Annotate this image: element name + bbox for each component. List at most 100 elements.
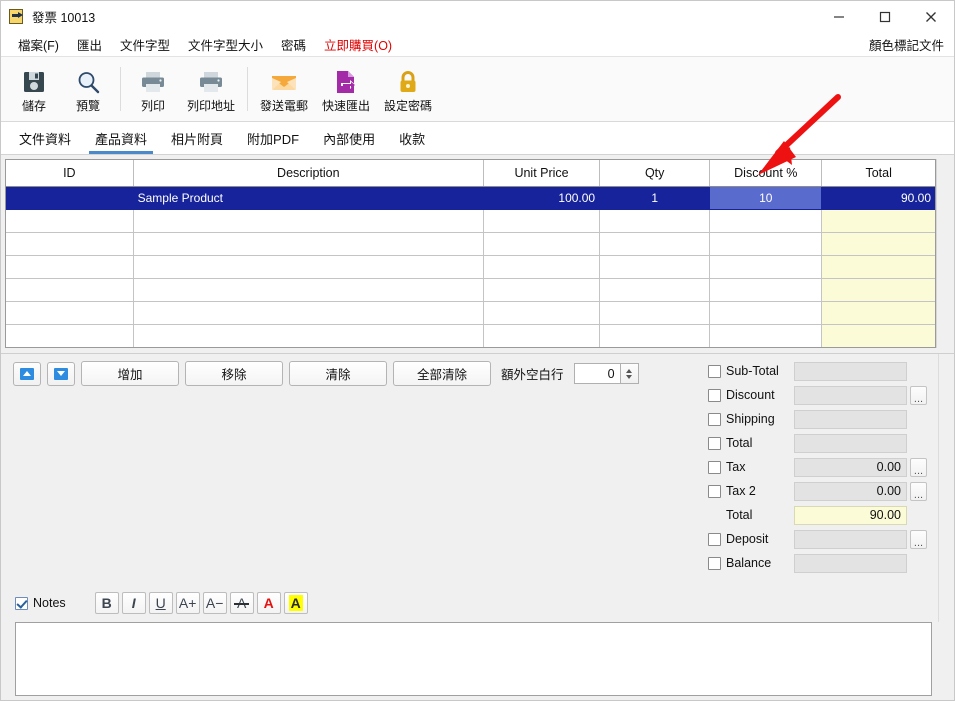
notes-editor[interactable] xyxy=(15,622,932,696)
clear-all-button[interactable]: 全部清除 xyxy=(393,361,491,386)
cell-total[interactable] xyxy=(822,348,935,349)
discount-options-button[interactable]: ... xyxy=(910,385,927,405)
extra-blank-rows-stepper[interactable]: 0 xyxy=(573,363,639,384)
cell-id[interactable] xyxy=(6,324,134,347)
font-increase-button[interactable]: A+ xyxy=(175,592,200,614)
add-row-button[interactable]: 增加 xyxy=(81,361,179,386)
balance-field[interactable] xyxy=(794,553,907,573)
grid-vertical-scrollbar[interactable] xyxy=(936,159,950,348)
tab-attach-pdf[interactable]: 附加PDF xyxy=(235,123,311,154)
deposit-field[interactable] xyxy=(794,529,907,549)
cell-total[interactable] xyxy=(821,209,935,233)
menu-document-font[interactable]: 文件字型 xyxy=(111,33,179,56)
cell-discount[interactable] xyxy=(709,301,823,325)
discount-field[interactable] xyxy=(794,385,907,405)
cell-qty[interactable] xyxy=(599,209,711,233)
tab-internal-use[interactable]: 內部使用 xyxy=(311,123,387,154)
toolbar-send-email-button[interactable]: 發送電郵 xyxy=(253,59,315,119)
cell-description[interactable] xyxy=(133,255,485,279)
shipping-field[interactable] xyxy=(794,409,907,429)
clear-button[interactable]: 清除 xyxy=(289,361,387,386)
cell-discount[interactable] xyxy=(709,232,823,256)
cell-qty[interactable] xyxy=(599,278,711,302)
column-header-total[interactable]: Total xyxy=(821,160,935,187)
cell-discount[interactable] xyxy=(709,209,823,233)
cell-unit-price[interactable] xyxy=(483,255,601,279)
menu-export[interactable]: 匯出 xyxy=(68,33,111,56)
tax-field[interactable]: 0.00 xyxy=(794,457,907,477)
toolbar-quick-export-button[interactable]: 快速匯出 xyxy=(315,59,377,119)
cell-unit-price[interactable] xyxy=(483,301,601,325)
maximize-icon[interactable] xyxy=(862,1,908,32)
cell-total[interactable] xyxy=(821,301,935,325)
bold-button[interactable]: B xyxy=(94,592,119,614)
balance-checkbox[interactable] xyxy=(708,556,721,570)
cell-id[interactable] xyxy=(6,186,134,210)
extra-blank-rows-value[interactable]: 0 xyxy=(573,363,620,384)
menu-buy-now[interactable]: 立即購買(O) xyxy=(315,33,401,56)
cell-description[interactable] xyxy=(133,209,485,233)
menu-file[interactable]: 檔案(F) xyxy=(9,33,68,56)
tab-document-data[interactable]: 文件資料 xyxy=(7,123,83,154)
table-row[interactable] xyxy=(6,348,935,349)
minimize-icon[interactable] xyxy=(816,1,862,32)
sub-total-field[interactable] xyxy=(794,361,907,381)
cell-unit-price[interactable] xyxy=(483,232,601,256)
tax-options-button[interactable]: ... xyxy=(910,457,927,477)
product-grid[interactable]: ID Description Unit Price Qty Discount %… xyxy=(5,159,936,348)
cell-unit-price[interactable]: 100.00 xyxy=(483,186,601,210)
grand-total-field[interactable]: 90.00 xyxy=(794,505,907,525)
underline-button[interactable]: U xyxy=(148,592,173,614)
remove-row-button[interactable]: 移除 xyxy=(185,361,283,386)
table-row[interactable] xyxy=(6,278,935,302)
table-row[interactable] xyxy=(6,232,935,256)
column-header-qty[interactable]: Qty xyxy=(599,160,711,187)
cell-discount[interactable]: 10 xyxy=(709,186,823,210)
menu-color-mark-document[interactable]: 顏色標記文件 xyxy=(869,35,944,54)
sub-total-checkbox[interactable] xyxy=(708,364,721,378)
cell-unit-price[interactable] xyxy=(483,209,601,233)
tax2-field[interactable]: 0.00 xyxy=(794,481,907,501)
toolbar-save-button[interactable]: 儲存 xyxy=(7,59,61,119)
cell-unit-price[interactable] xyxy=(483,278,601,302)
cell-description[interactable] xyxy=(133,232,485,256)
close-icon[interactable] xyxy=(908,1,954,32)
cell-id[interactable] xyxy=(6,278,134,302)
cell-discount[interactable] xyxy=(709,278,823,302)
tab-product-data[interactable]: 產品資料 xyxy=(83,123,159,154)
shipping-checkbox[interactable] xyxy=(708,412,721,426)
move-row-up-button[interactable] xyxy=(13,361,41,386)
table-row[interactable] xyxy=(6,324,935,347)
strikethrough-button[interactable]: A xyxy=(229,592,254,614)
notes-checkbox[interactable] xyxy=(15,596,28,610)
cell-description[interactable]: Sample Product xyxy=(133,186,485,210)
tab-photo-pages[interactable]: 相片附頁 xyxy=(159,123,235,154)
table-row[interactable] xyxy=(6,209,935,233)
move-row-down-button[interactable] xyxy=(47,361,75,386)
stepper-buttons[interactable] xyxy=(619,363,639,384)
cell-qty[interactable] xyxy=(600,348,710,349)
cell-total[interactable] xyxy=(821,232,935,256)
deposit-options-button[interactable]: ... xyxy=(910,529,927,549)
cell-description[interactable] xyxy=(133,348,483,349)
cell-qty[interactable]: 1 xyxy=(599,186,711,210)
cell-discount[interactable] xyxy=(709,255,823,279)
column-header-id[interactable]: ID xyxy=(6,160,134,187)
toolbar-set-password-button[interactable]: 設定密碼 xyxy=(377,59,439,119)
cell-description[interactable] xyxy=(133,278,485,302)
cell-description[interactable] xyxy=(133,324,485,347)
toolbar-print-address-button[interactable]: 列印地址 xyxy=(180,59,242,119)
column-header-discount[interactable]: Discount % xyxy=(709,160,823,187)
tab-payment[interactable]: 收款 xyxy=(387,123,437,154)
cell-total[interactable] xyxy=(821,324,935,347)
total-pre-checkbox[interactable] xyxy=(708,436,721,450)
cell-id[interactable] xyxy=(6,348,133,349)
column-header-unit-price[interactable]: Unit Price xyxy=(483,160,601,187)
cell-discount[interactable] xyxy=(709,324,823,347)
cell-id[interactable] xyxy=(6,255,134,279)
toolbar-print-button[interactable]: 列印 xyxy=(126,59,180,119)
cell-total[interactable]: 90.00 xyxy=(821,186,935,210)
toolbar-preview-button[interactable]: 預覽 xyxy=(61,59,115,119)
italic-button[interactable]: I xyxy=(121,592,146,614)
cell-total[interactable] xyxy=(821,255,935,279)
